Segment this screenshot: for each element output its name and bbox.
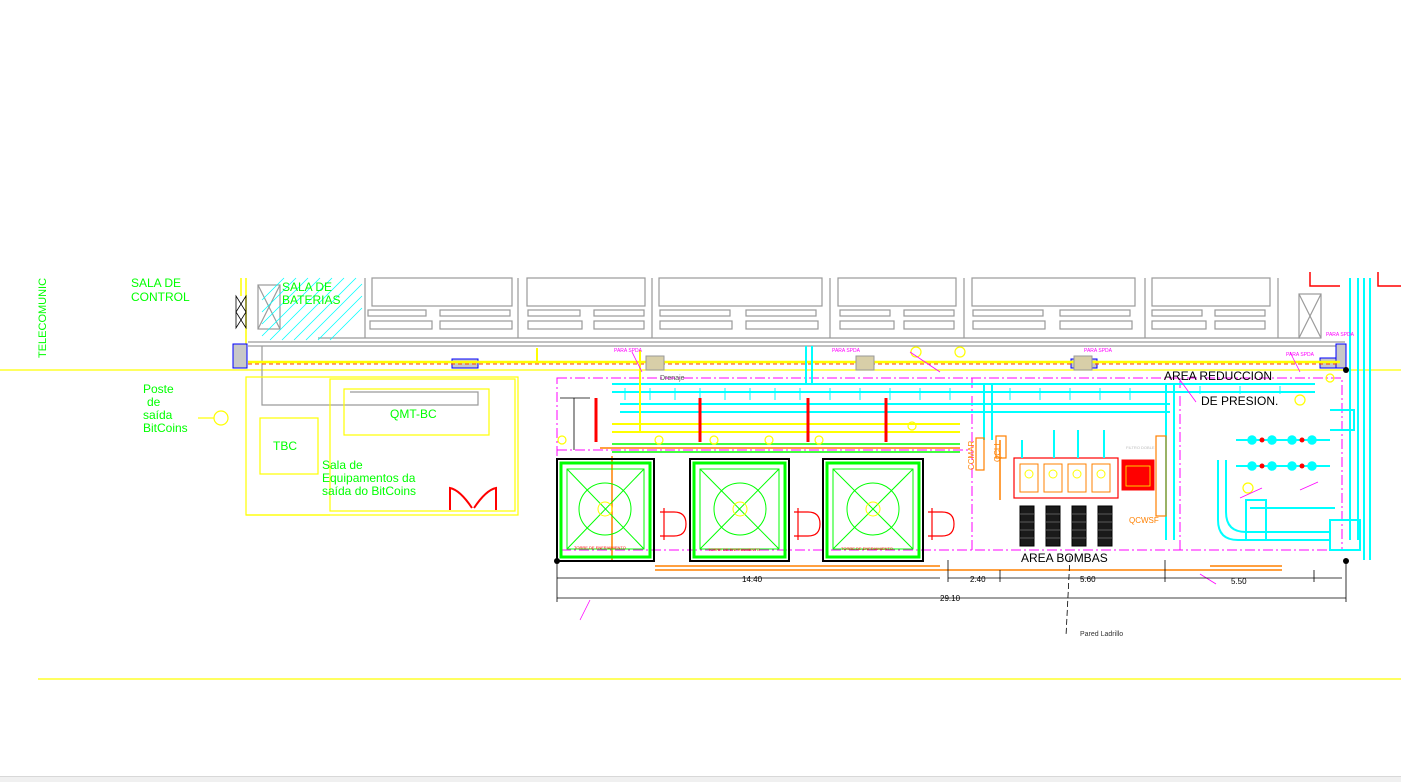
label-qcl: QCLI bbox=[993, 443, 1002, 462]
dimension-5-60: 5.60 bbox=[1080, 575, 1096, 584]
label-ccmar: CCMAR bbox=[967, 440, 976, 470]
label-pared: Pared Ladrillo bbox=[1080, 631, 1123, 638]
tower-outlets bbox=[660, 508, 955, 540]
exit-symbol bbox=[449, 486, 497, 510]
status-bar bbox=[0, 776, 1401, 782]
label-filtro: FILTRO DOBLE bbox=[1126, 445, 1155, 450]
red-valves bbox=[1259, 437, 1305, 469]
dimension-29-10: 29.10 bbox=[940, 594, 961, 603]
label-area-bombas: AREA BOMBAS bbox=[1021, 551, 1108, 565]
label-poste-2: de bbox=[147, 395, 161, 409]
dimension-2-40: 2.40 bbox=[970, 575, 986, 584]
red-marks bbox=[1309, 272, 1401, 287]
label-torre-2: TORRE DE ENFRIAMIENTO bbox=[708, 547, 760, 552]
label-poste-1: Poste bbox=[143, 382, 174, 396]
label-torre-3: TORRE DE ENFRIAMIENTO bbox=[841, 546, 893, 551]
right-valves bbox=[1247, 435, 1317, 471]
label-sala-equip-1: Sala de bbox=[322, 458, 363, 472]
label-qmt: QMT-BC bbox=[390, 407, 437, 421]
pump-motors bbox=[1019, 505, 1113, 547]
label-sala-baterias-1: SALA DE bbox=[282, 280, 332, 294]
dimension-14-40: 14.40 bbox=[742, 575, 763, 584]
label-spda-5: PARA SPDA bbox=[1326, 332, 1355, 338]
cad-drawing: TELECOMUNIC SALA DE CONTROL SALA DE BATE… bbox=[0, 272, 1401, 680]
label-torre-1: TORRE DE ENFRIAMIENTO bbox=[574, 545, 626, 550]
label-area-reduccion-1: AREA REDUCCION bbox=[1164, 369, 1272, 383]
label-sala-equip-3: saída do BitCoins bbox=[322, 484, 416, 498]
label-spda-4: PARA SPDA bbox=[1286, 352, 1315, 358]
label-sala-control-2: CONTROL bbox=[131, 290, 190, 304]
label-sala-baterias-2: BATERIAS bbox=[282, 293, 340, 307]
label-tbc: TBC bbox=[273, 439, 297, 453]
label-telecom: TELECOMUNIC bbox=[37, 278, 49, 358]
label-spda-2: PARA SPDA bbox=[832, 348, 861, 354]
label-poste-3: saída bbox=[143, 408, 173, 422]
label-poste-4: BitCoins bbox=[143, 421, 188, 435]
label-sala-equip-2: Equipamentos da bbox=[322, 471, 416, 485]
pump-manifold bbox=[1013, 430, 1155, 499]
label-area-reduccion-2: DE PRESION. bbox=[1201, 394, 1278, 408]
label-sala-control-1: SALA DE bbox=[131, 276, 181, 290]
dimension-5-50: 5.50 bbox=[1231, 577, 1247, 586]
label-qcwsf: QCWSF bbox=[1129, 516, 1159, 525]
supply-pipes bbox=[536, 348, 960, 433]
cyan-piping bbox=[612, 278, 1371, 560]
label-drenaje: Drenaje bbox=[660, 375, 685, 382]
label-spda-1: PARA SPDA bbox=[614, 348, 643, 354]
cooling-tower-2 bbox=[689, 458, 790, 562]
label-spda-3: PARA SPDA bbox=[1084, 348, 1113, 354]
valve-symbol bbox=[235, 294, 247, 330]
text-labels: TELECOMUNIC SALA DE CONTROL SALA DE BATE… bbox=[37, 276, 1355, 638]
poste-symbol bbox=[198, 410, 229, 426]
